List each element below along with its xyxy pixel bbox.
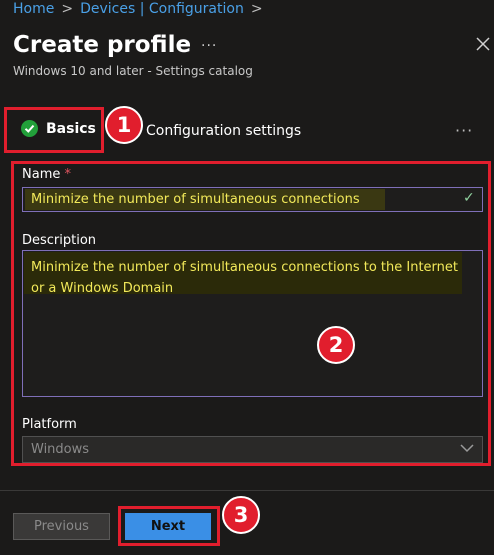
chevron-right-icon: > <box>61 1 74 17</box>
breadcrumb-devices-link[interactable]: Devices | Configuration <box>80 1 244 17</box>
breadcrumb-home-link[interactable]: Home <box>13 1 54 17</box>
chevron-right-icon: > <box>250 1 263 17</box>
callout-badge-1: 1 <box>105 106 143 144</box>
callout-badge-3: 3 <box>222 496 260 534</box>
previous-button[interactable]: Previous <box>13 513 110 540</box>
callout-box-basics <box>4 107 104 153</box>
footer-divider <box>0 490 494 491</box>
more-options-icon[interactable]: ··· <box>201 38 217 54</box>
callout-box-next <box>118 506 220 546</box>
breadcrumb: Home > Devices | Configuration > <box>13 1 270 17</box>
tab-configuration-settings[interactable]: Configuration settings <box>146 123 301 139</box>
callout-badge-2: 2 <box>317 326 355 364</box>
page-subtitle: Windows 10 and later - Settings catalog <box>13 64 253 78</box>
callout-box-form <box>11 161 491 466</box>
close-icon[interactable] <box>474 35 492 53</box>
steps-more-icon[interactable]: ··· <box>455 121 473 140</box>
page-title: Create profile <box>13 32 192 58</box>
